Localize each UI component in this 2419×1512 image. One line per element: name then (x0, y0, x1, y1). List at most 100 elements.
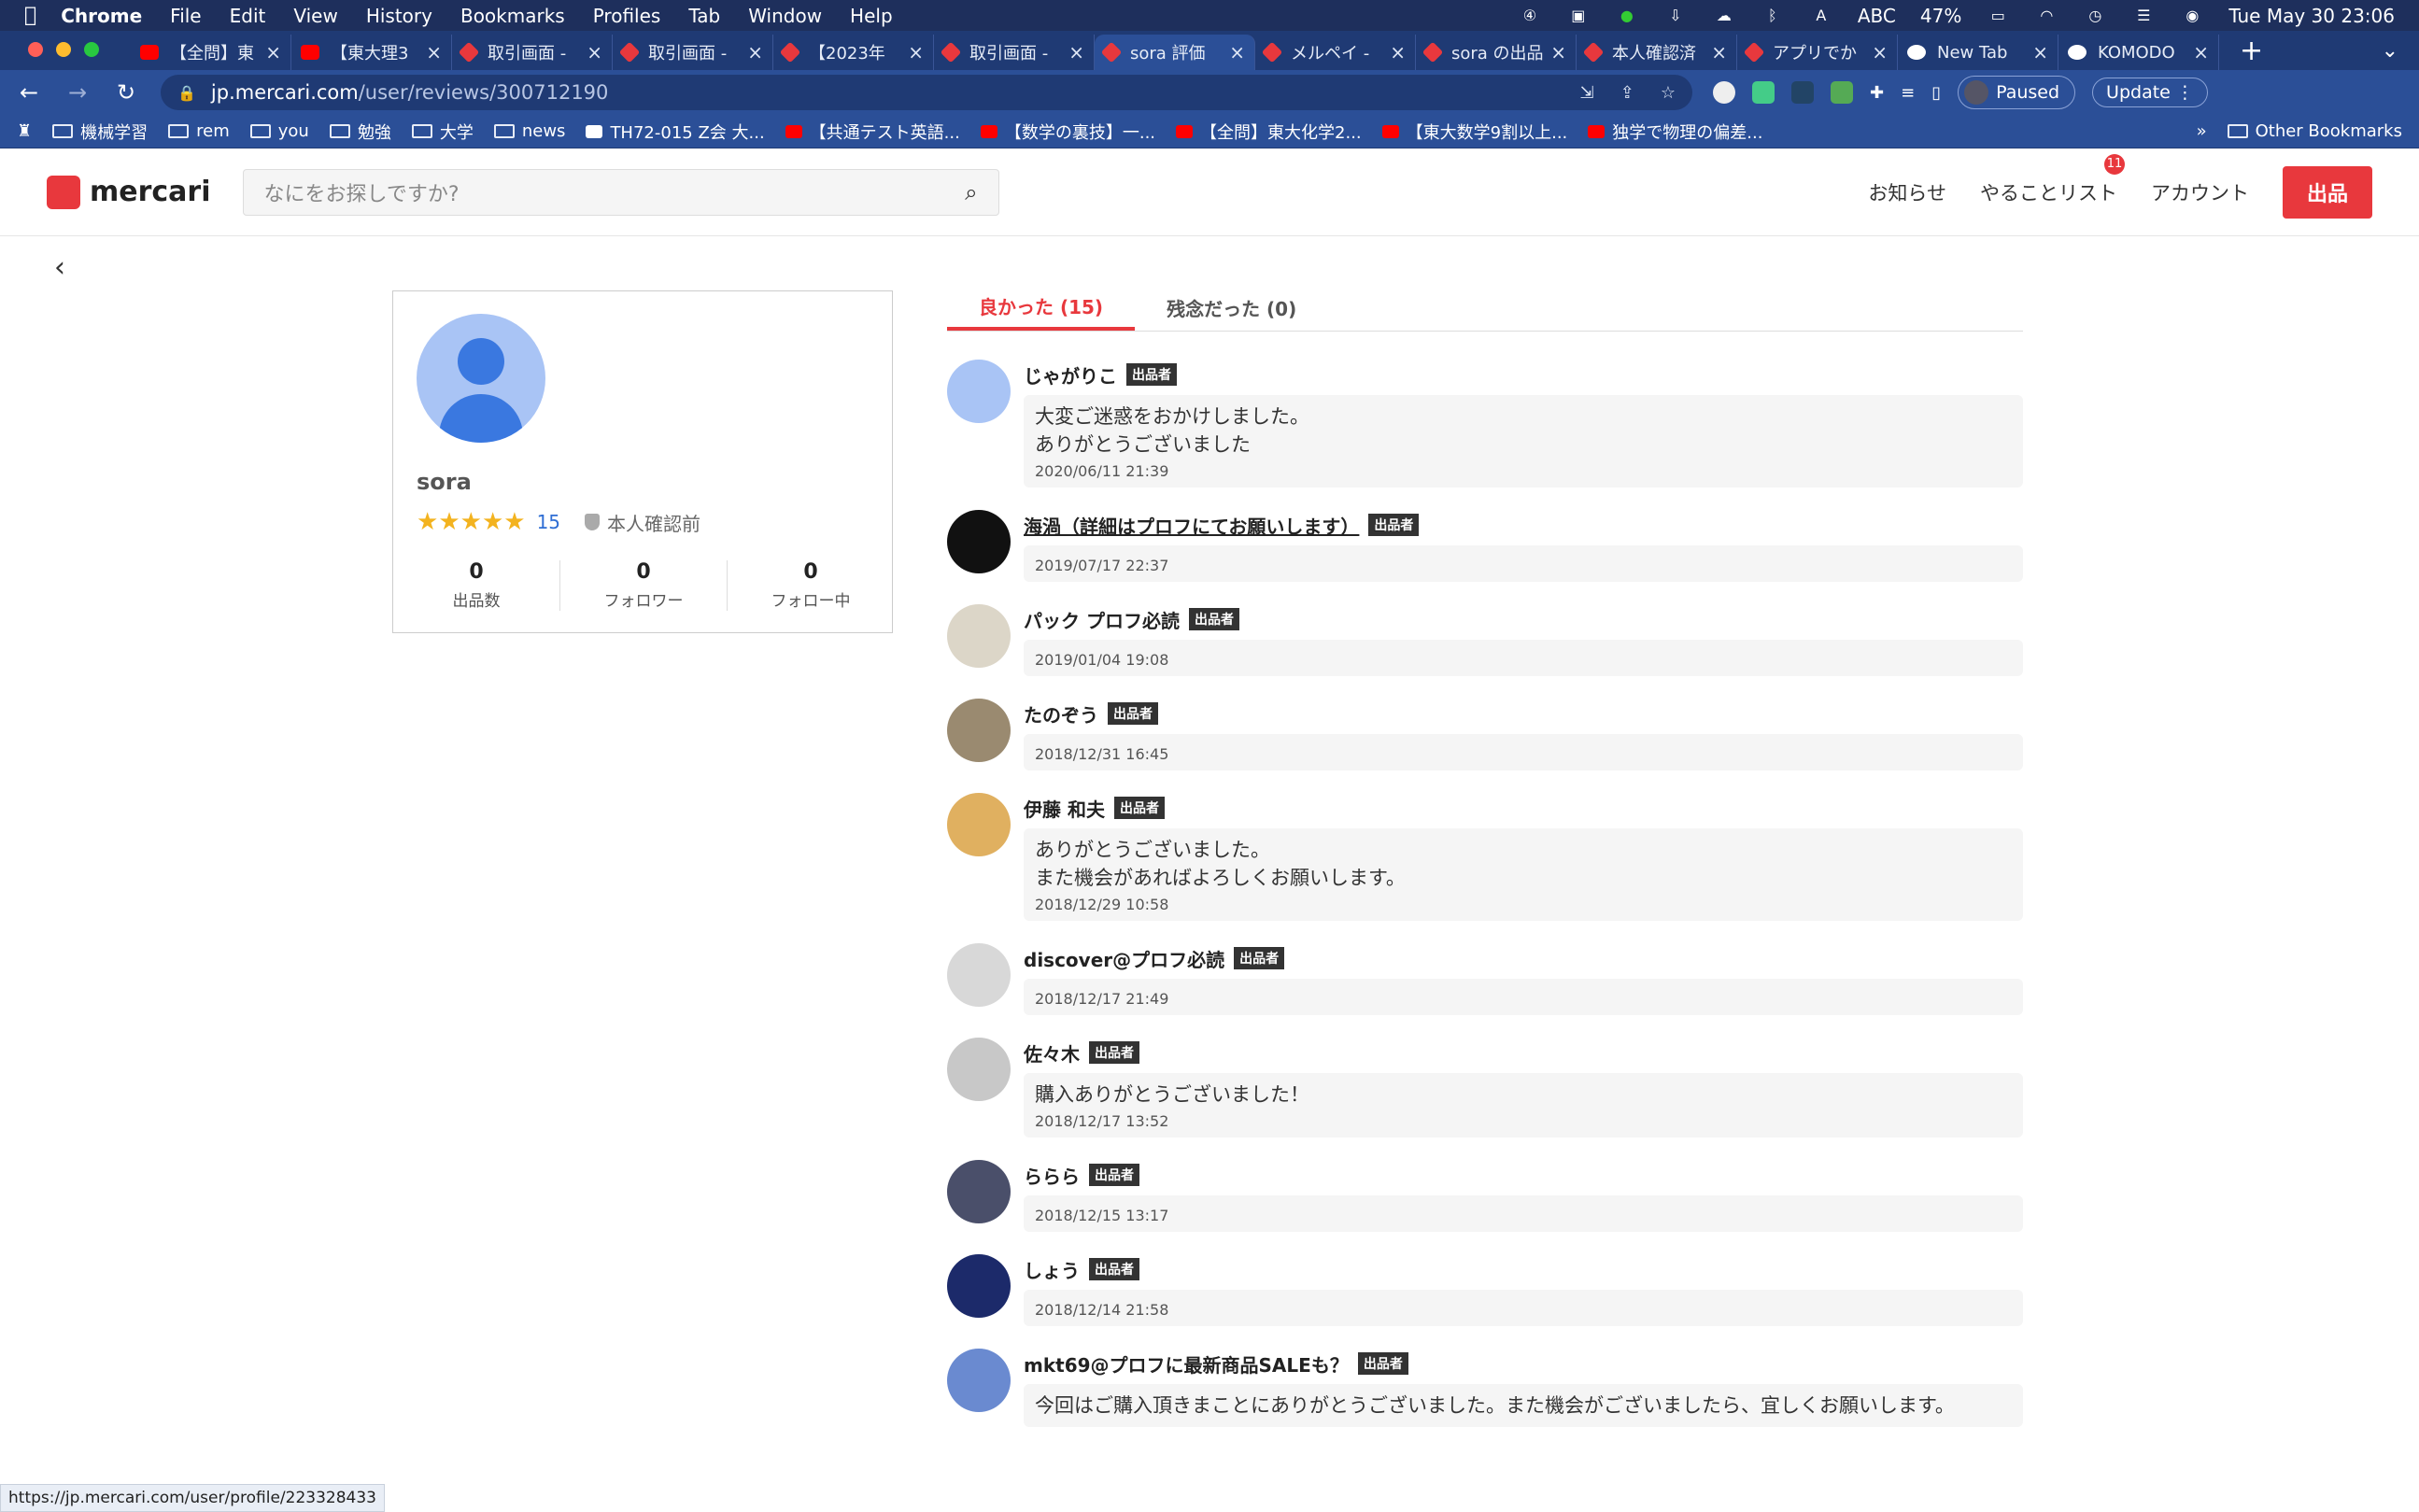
address-bar[interactable]: 🔒 jp.mercari.com /user/reviews/300712190… (161, 75, 1692, 110)
bookmark-item[interactable]: 大学 (411, 120, 474, 144)
bookmarks-overflow-button[interactable]: » (2197, 121, 2207, 141)
tab-close-icon[interactable]: × (908, 41, 924, 64)
tab-close-icon[interactable]: × (265, 41, 281, 64)
menu-profiles[interactable]: Profiles (593, 5, 661, 27)
reviewer-avatar[interactable] (947, 943, 1011, 1007)
bookmark-item[interactable]: 機械学習 (52, 120, 148, 144)
search-icon[interactable]: ⌕ (965, 179, 977, 205)
tab-close-icon[interactable]: × (1390, 41, 1406, 64)
share-icon[interactable]: ⇪ (1620, 83, 1634, 103)
tab-11[interactable]: New Tab × (1898, 35, 2058, 70)
minimize-window-button[interactable] (56, 42, 71, 57)
lock-icon[interactable]: 🔒 (177, 84, 196, 102)
bookmark-item[interactable]: TH72-015 Z会 大... (586, 120, 765, 144)
reviewer-name-row[interactable]: ららら 出品者 (1024, 1160, 2023, 1190)
tab-close-icon[interactable]: × (2193, 41, 2209, 64)
extension-icon[interactable] (1752, 81, 1775, 104)
bookmark-item[interactable]: you (249, 121, 309, 141)
status-app-icon[interactable]: ④ (1518, 6, 1542, 26)
line-icon[interactable]: ● (1615, 6, 1639, 26)
apple-icon[interactable]:  (24, 4, 36, 27)
account-link[interactable]: アカウント (2151, 178, 2249, 206)
install-app-icon[interactable]: ⇲ (1580, 83, 1594, 103)
back-arrow-icon[interactable]: ← (15, 79, 43, 106)
menu-history[interactable]: History (366, 5, 432, 27)
reviewer-name-row[interactable]: discover@プロフ必読 出品者 (1024, 943, 2023, 973)
reviewer-name[interactable]: パック プロフ必読 (1024, 606, 1180, 633)
tab-search-chevron-icon[interactable]: ⌄ (2382, 39, 2398, 63)
update-button[interactable]: Update ⋮ (2092, 78, 2208, 107)
close-window-button[interactable] (28, 42, 43, 57)
reviewer-avatar[interactable] (947, 1254, 1011, 1318)
tab-12[interactable]: KOMODO × (2058, 35, 2219, 70)
profile-rating[interactable]: ★★★★★ 15 本人確認前 (417, 508, 700, 536)
tab-3[interactable]: 取引画面 - × (613, 35, 773, 70)
tab-8[interactable]: sora の出品 × (1416, 35, 1577, 70)
reviewer-avatar[interactable] (947, 1349, 1011, 1412)
reviewer-name[interactable]: じゃがりこ (1024, 361, 1117, 389)
extension-icon[interactable] (1791, 81, 1814, 104)
reviewer-name-row[interactable]: 海渦（詳細はプロフにてお願いします） 出品者 (1024, 510, 2023, 540)
bookmark-item[interactable]: 【数学の裏技】一... (980, 120, 1155, 144)
menu-edit[interactable]: Edit (230, 5, 266, 27)
extension-icon[interactable] (1831, 81, 1853, 104)
bookmark-item[interactable]: 【東大数学9割以上... (1381, 120, 1567, 144)
download-icon[interactable]: ⇩ (1663, 6, 1688, 26)
reviewer-name[interactable]: ららら (1024, 1162, 1080, 1189)
reviewer-avatar[interactable] (947, 699, 1011, 762)
reviewer-name[interactable]: discover@プロフ必読 (1024, 945, 1224, 972)
new-tab-button[interactable]: + (2240, 35, 2263, 67)
battery-icon[interactable]: ▭ (1986, 6, 2010, 26)
tab-7[interactable]: メルペイ - × (1255, 35, 1416, 70)
sell-button[interactable]: 出品 (2282, 165, 2372, 219)
control-center-icon[interactable]: ☰ (2131, 6, 2156, 26)
reviewer-avatar[interactable] (947, 604, 1011, 668)
extension-icon[interactable] (1713, 81, 1735, 104)
input-source-icon[interactable]: A (1809, 6, 1833, 26)
tab-good-reviews[interactable]: 良かった (15) (947, 285, 1136, 331)
tab-bad-reviews[interactable]: 残念だった (0) (1135, 285, 1328, 331)
reviewer-name[interactable]: 伊藤 和夫 (1024, 795, 1105, 822)
wifi-icon[interactable]: ◠ (2034, 6, 2058, 26)
reviewer-name-row[interactable]: 伊藤 和夫 出品者 (1024, 793, 2023, 823)
tab-close-icon[interactable]: × (587, 41, 602, 64)
bookmark-item[interactable]: 勉強 (329, 120, 391, 144)
tab-close-icon[interactable]: × (1872, 41, 1888, 64)
menu-file[interactable]: File (170, 5, 201, 27)
puzzle-icon[interactable]: ✚ (1870, 83, 1884, 103)
tab-10[interactable]: アプリでか × (1737, 35, 1898, 70)
reviewer-avatar[interactable] (947, 360, 1011, 423)
zoom-window-button[interactable] (84, 42, 99, 57)
stat-followers[interactable]: 0 フォロワー (560, 560, 728, 611)
back-chevron-icon[interactable]: ‹ (54, 251, 65, 284)
notifications-link[interactable]: お知らせ (1868, 178, 1946, 206)
cloud-icon[interactable]: ☁ (1712, 6, 1736, 26)
reviewer-name[interactable]: たのぞう (1024, 700, 1098, 728)
reviewer-name-row[interactable]: しょう 出品者 (1024, 1254, 2023, 1284)
reviewer-name[interactable]: 海渦（詳細はプロフにてお願いします） (1024, 512, 1359, 539)
bookmark-star-icon[interactable]: ☆ (1661, 83, 1676, 103)
menu-window[interactable]: Window (748, 5, 822, 27)
reviewer-avatar[interactable] (947, 1160, 1011, 1223)
clock-icon[interactable]: ◷ (2083, 6, 2107, 26)
bluetooth-icon[interactable]: ᛒ (1761, 6, 1785, 26)
reviewer-name[interactable]: mkt69@プロフに最新商品SALEも？ (1024, 1350, 1349, 1378)
search-input[interactable]: なにをお探しですか? ⌕ (242, 168, 999, 216)
menu-bookmarks[interactable]: Bookmarks (460, 5, 565, 27)
siri-icon[interactable]: ◉ (2180, 6, 2204, 26)
bookmark-icon[interactable]: ♜ (17, 121, 32, 141)
reviewer-name-row[interactable]: mkt69@プロフに最新商品SALEも？ 出品者 (1024, 1349, 2023, 1378)
tab-1[interactable]: 【東大理3 × (291, 35, 452, 70)
tab-5[interactable]: 取引画面 - × (934, 35, 1095, 70)
bookmark-item[interactable]: news (493, 121, 565, 141)
tab-0[interactable]: 【全問】東 × (131, 35, 291, 70)
rating-count[interactable]: 15 (537, 511, 560, 533)
reading-list-icon[interactable]: ≡ (1901, 83, 1915, 103)
stat-listings[interactable]: 0 出品数 (393, 560, 560, 611)
bookmark-item[interactable]: 【共通テスト英語... (785, 120, 960, 144)
status-app-icon[interactable]: ▣ (1566, 6, 1591, 26)
tab-close-icon[interactable]: × (426, 41, 442, 64)
reviewer-avatar[interactable] (947, 510, 1011, 573)
todo-list-link[interactable]: やることリスト 11 (1980, 153, 2125, 206)
bookmark-item[interactable]: 独学で物理の偏差... (1588, 120, 1762, 144)
